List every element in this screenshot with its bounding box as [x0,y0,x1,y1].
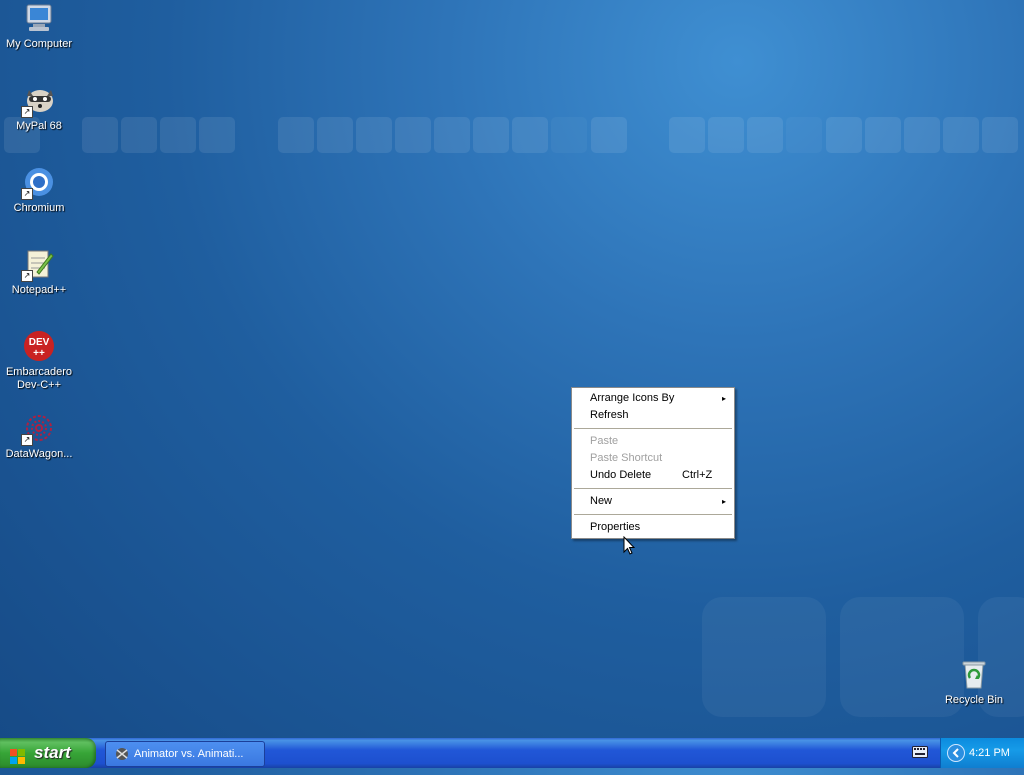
svg-text:DEV: DEV [29,337,50,348]
mypal-raccoon-icon: ↗ [21,84,55,118]
chromium-icon: ↗ [21,166,55,200]
menu-item-accelerator: Ctrl+Z [682,469,713,481]
menu-item-label: New [590,495,613,507]
menu-item-label: Undo Delete [590,469,652,481]
desktop-icon-label: My Computer [5,38,73,50]
menu-item-properties[interactable]: Properties [572,519,734,536]
my-computer-icon [23,2,55,34]
desktop-icon-recycle-bin[interactable]: Recycle Bin [935,658,1013,707]
recycle-bin-icon [958,658,990,690]
desktop-icon-notepad-plus-plus[interactable]: ↗ Notepad++ [0,248,78,297]
menu-item-new[interactable]: New ▸ [572,493,734,510]
desktop-icon-label: Embarcadero Dev-C++ [5,366,73,391]
shortcut-arrow-icon: ↗ [21,270,33,282]
menu-item-label: Refresh [590,409,629,421]
desktop-icon-label: MyPal 68 [16,120,62,132]
taskbar: start Animator vs. Animati... 4:21 PM [0,738,1024,768]
desktop-icon-label: Recycle Bin [944,694,1004,706]
shortcut-arrow-icon: ↗ [21,434,33,446]
menu-item-paste-shortcut: Paste Shortcut [572,450,734,467]
desktop-icon-label: Notepad++ [11,284,67,296]
desktop-icon-mypal[interactable]: ↗ MyPal 68 [0,84,78,133]
taskbar-button-label: Animator vs. Animati... [134,748,244,760]
menu-item-label: Properties [590,521,641,533]
system-tray: 4:21 PM [940,738,1024,768]
svg-text:++: ++ [33,348,45,359]
desktop-icon-datawagon[interactable]: ↗ DataWagon... [0,412,78,461]
menu-separator [574,488,732,489]
keyboard-layout-icon[interactable] [912,746,928,758]
desktop-context-menu: Arrange Icons By ▸ Refresh Paste Paste S… [571,387,735,539]
shortcut-arrow-icon: ↗ [21,188,33,200]
desktop-icon-dev-cpp[interactable]: DEV ++ Embarcadero Dev-C++ [0,330,78,392]
datawagon-icon: ↗ [21,412,55,446]
submenu-arrow-icon: ▸ [721,497,726,506]
menu-item-label: Arrange Icons By [590,392,675,404]
windows-logo-icon [10,745,26,764]
menu-item-arrange-icons-by[interactable]: Arrange Icons By ▸ [572,390,734,407]
menu-item-label: Paste [590,435,619,447]
menu-separator [574,514,732,515]
menu-item-undo-delete[interactable]: Undo Delete Ctrl+Z [572,467,734,484]
menu-separator [574,428,732,429]
notepad-plus-plus-icon: ↗ [21,248,55,282]
submenu-arrow-icon: ▸ [721,394,726,403]
taskbar-button-animator[interactable]: Animator vs. Animati... [105,741,265,767]
shortcut-arrow-icon: ↗ [21,106,33,118]
app-window-icon [114,746,130,762]
desktop-icon-label: DataWagon... [5,448,73,460]
menu-item-refresh[interactable]: Refresh [572,407,734,424]
desktop-icon-label: Chromium [13,202,65,214]
start-label: start [34,743,71,762]
dev-cpp-icon: DEV ++ [23,330,55,362]
menu-item-paste: Paste [572,433,734,450]
desktop-icon-my-computer[interactable]: My Computer [0,2,78,51]
clock[interactable]: 4:21 PM [969,738,1010,768]
menu-item-label: Paste Shortcut [590,452,663,464]
desktop-icon-chromium[interactable]: ↗ Chromium [0,166,78,215]
start-button[interactable]: start [0,738,96,768]
show-hidden-icons-chevron-icon[interactable] [947,744,965,762]
